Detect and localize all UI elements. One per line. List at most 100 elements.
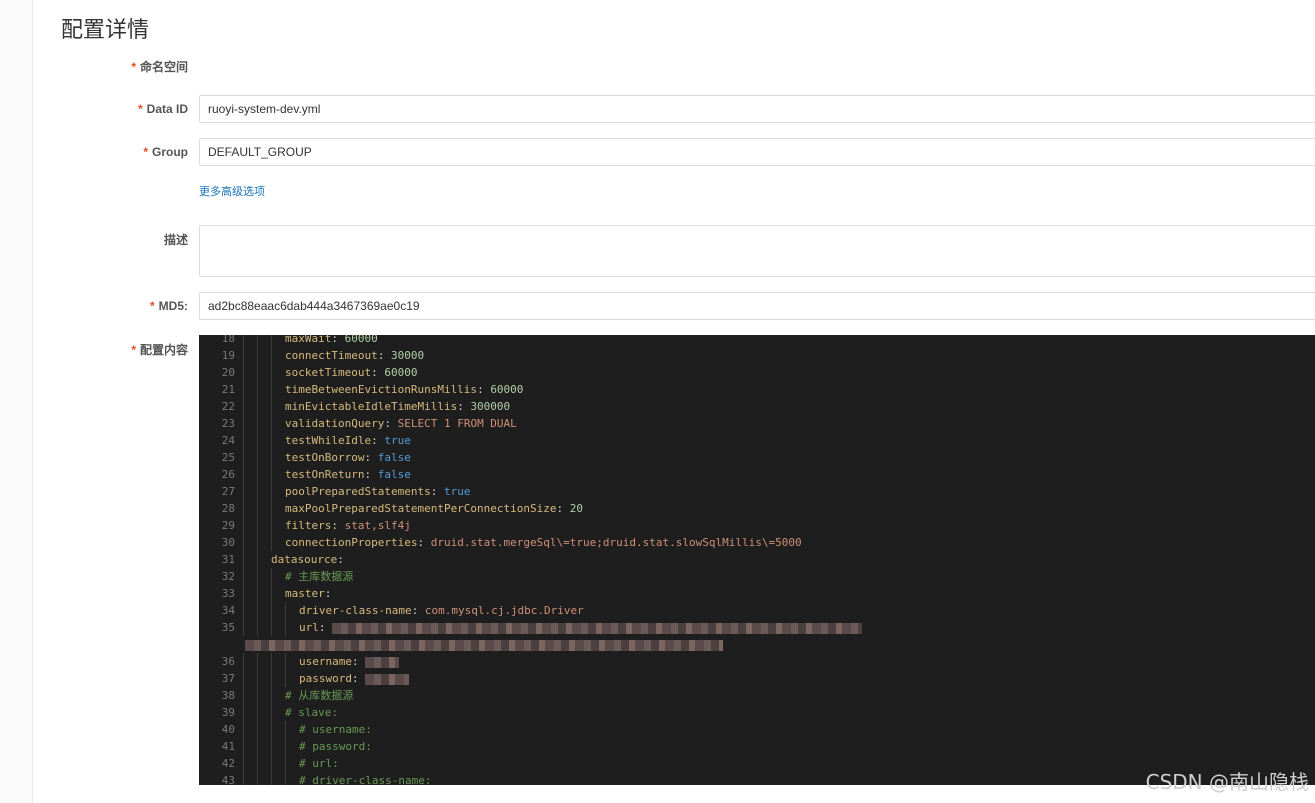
line-number: 31 xyxy=(221,553,235,566)
indent-guide xyxy=(257,364,258,381)
code-token: : xyxy=(371,434,385,447)
code-token: testOnReturn xyxy=(285,468,365,481)
config-content-editor[interactable]: 18 maxWait: 60000 19 connectTimeout: 30000 2… xyxy=(199,335,1315,785)
code-token: : xyxy=(371,366,385,379)
indent-guide xyxy=(271,755,272,772)
indent-guide xyxy=(257,755,258,772)
code-line: 29 filters: stat,slf4j xyxy=(199,517,1315,534)
indent-guide xyxy=(271,687,272,704)
indent-guide xyxy=(243,619,244,636)
content-label-text: 配置内容 xyxy=(139,343,188,357)
code-token: # driver-class-name: xyxy=(299,774,432,785)
md5-label: * MD5: xyxy=(28,299,188,313)
code-line: 41 # password: xyxy=(199,738,1315,755)
indent-guide xyxy=(243,483,244,500)
indent-guide xyxy=(243,568,244,585)
line-number: 25 xyxy=(221,451,235,464)
code-token: minEvictableIdleTimeMillis xyxy=(285,400,458,413)
code-text: connectTimeout: 30000 xyxy=(285,347,424,364)
namespace-label-text: 命名空间 xyxy=(139,60,188,74)
indent-guide xyxy=(285,670,286,687)
code-token: : xyxy=(377,349,391,362)
indent-guide xyxy=(271,738,272,755)
indent-guide xyxy=(257,534,258,551)
code-text: # 从库数据源 xyxy=(285,687,353,704)
code-token: : xyxy=(457,400,471,413)
indent-guide xyxy=(257,381,258,398)
description-textarea[interactable] xyxy=(199,225,1315,277)
indent-guide xyxy=(271,483,272,500)
indent-guide xyxy=(271,602,272,619)
code-text: driver-class-name: com.mysql.cj.jdbc.Dri… xyxy=(299,602,584,619)
data-id-input[interactable] xyxy=(199,95,1315,123)
data-id-label: * Data ID xyxy=(28,102,188,116)
code-text: url: xyxy=(299,619,863,636)
indent-guide xyxy=(243,500,244,517)
line-number: 38 xyxy=(221,689,235,702)
description-label-text: 描述 xyxy=(163,233,188,247)
code-token: : xyxy=(351,672,366,685)
indent-guide xyxy=(243,534,244,551)
required-mark: * xyxy=(143,145,148,159)
redacted-value xyxy=(365,656,400,668)
redacted-value xyxy=(332,622,863,634)
code-text: testOnBorrow: false xyxy=(285,449,411,466)
indent-guide xyxy=(271,704,272,721)
code-token: : xyxy=(417,536,431,549)
indent-guide xyxy=(257,738,258,755)
indent-guide xyxy=(257,415,258,432)
code-token: : xyxy=(351,655,366,668)
group-label: * Group xyxy=(28,145,188,159)
line-number: 40 xyxy=(221,723,235,736)
code-token: false xyxy=(377,468,411,481)
line-number: 27 xyxy=(221,485,235,498)
indent-guide xyxy=(271,721,272,738)
indent-guide xyxy=(243,602,244,619)
indent-guide xyxy=(243,432,244,449)
code-token: password xyxy=(299,672,352,685)
indent-guide xyxy=(271,432,272,449)
indent-guide xyxy=(243,653,244,670)
line-number: 20 xyxy=(221,366,235,379)
code-token: filters xyxy=(285,519,332,532)
indent-guide xyxy=(285,619,286,636)
indent-guide xyxy=(257,483,258,500)
code-text: testOnReturn: false xyxy=(285,466,411,483)
description-label: 描述 xyxy=(28,231,188,248)
code-token: # password: xyxy=(299,740,372,753)
code-text: filters: stat,slf4j xyxy=(285,517,411,534)
code-line: 24 testWhileIdle: true xyxy=(199,432,1315,449)
indent-guide xyxy=(257,585,258,602)
code-token: connectionProperties xyxy=(285,536,418,549)
indent-guide xyxy=(243,466,244,483)
code-text: poolPreparedStatements: true xyxy=(285,483,470,500)
code-text: maxPoolPreparedStatementPerConnectionSiz… xyxy=(285,500,583,517)
indent-guide xyxy=(257,721,258,738)
code-token: 60000 xyxy=(344,335,378,345)
indent-guide xyxy=(257,449,258,466)
code-token: : xyxy=(411,604,425,617)
indent-guide xyxy=(243,687,244,704)
indent-guide xyxy=(257,687,258,704)
indent-guide xyxy=(271,670,272,687)
md5-input[interactable] xyxy=(199,292,1315,320)
code-line: 31 datasource: xyxy=(199,551,1315,568)
group-input[interactable] xyxy=(199,138,1315,166)
code-line: 33 master: xyxy=(199,585,1315,602)
indent-guide xyxy=(285,738,286,755)
code-token: username xyxy=(299,655,352,668)
content-label: * 配置内容 xyxy=(28,341,188,358)
code-line: 25 testOnBorrow: false xyxy=(199,449,1315,466)
line-number: 19 xyxy=(221,349,235,362)
code-token: : xyxy=(331,335,345,345)
code-token: 20 xyxy=(569,502,584,515)
advanced-options-link[interactable]: 更多高级选项 xyxy=(199,183,265,199)
indent-guide xyxy=(257,517,258,534)
code-text: maxWait: 60000 xyxy=(285,335,378,347)
indent-guide xyxy=(257,347,258,364)
indent-guide xyxy=(257,432,258,449)
indent-guide xyxy=(257,551,258,568)
code-text: # slave: xyxy=(285,704,338,721)
required-mark: * xyxy=(137,102,143,116)
indent-guide xyxy=(243,335,244,347)
